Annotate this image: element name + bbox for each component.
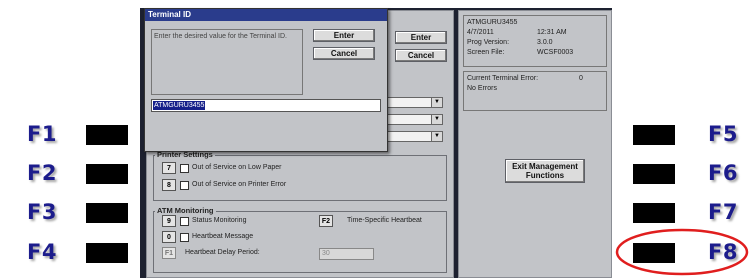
heartbeat-delay-label: Heartbeat Delay Period: xyxy=(185,249,260,256)
prog-version-value: 3.0.0 xyxy=(537,39,553,46)
f7-label: F7 xyxy=(708,200,738,224)
prog-version-label: Prog Version: xyxy=(467,39,510,46)
time-specific-heartbeat-label: Time-Specific Heartbeat xyxy=(347,217,422,224)
chevron-down-icon: ▼ xyxy=(431,115,442,124)
dropdown-3[interactable]: ▼ xyxy=(383,131,443,142)
f2-button[interactable] xyxy=(86,164,128,184)
exit-label-line1: Exit Management xyxy=(512,162,578,171)
screen-file-label: Screen File: xyxy=(467,49,505,56)
status-monitoring-checkbox[interactable] xyxy=(180,217,189,226)
exit-label-line2: Functions xyxy=(525,171,565,180)
screen-file-value: WCSF0003 xyxy=(537,49,574,56)
f1-label: F1 xyxy=(27,122,57,146)
f3-label: F3 xyxy=(27,200,57,224)
heartbeat-message-checkbox[interactable] xyxy=(180,233,189,242)
printer-error-label: Out of Service on Printer Error xyxy=(192,181,287,188)
time-text: 12:31 AM xyxy=(537,29,567,36)
dialog-cancel-button[interactable]: Cancel xyxy=(313,47,375,60)
dialog-enter-button[interactable]: Enter xyxy=(313,29,375,42)
f3-button[interactable] xyxy=(86,203,128,223)
f5-label: F5 xyxy=(708,122,738,146)
heartbeat-delay-field[interactable]: 30 xyxy=(319,248,374,260)
f7-button[interactable] xyxy=(633,203,675,223)
printer-settings-group xyxy=(153,155,447,201)
exit-management-button[interactable]: Exit Management Functions xyxy=(505,159,585,183)
f4-label: F4 xyxy=(27,240,57,264)
date-text: 4/7/2011 xyxy=(467,29,494,36)
heartbeat-message-label: Heartbeat Message xyxy=(192,233,254,240)
status-monitoring-label: Status Monitoring xyxy=(192,217,247,224)
atm-monitoring-label: ATM Monitoring xyxy=(155,206,216,215)
key-9[interactable]: 9 xyxy=(162,215,176,227)
dialog-title: Terminal ID xyxy=(148,10,191,19)
f8-highlight-circle xyxy=(615,228,749,276)
printer-error-checkbox[interactable] xyxy=(180,181,189,190)
error-code: 0 xyxy=(579,75,583,82)
info-panel: ATMGURU3455 4/7/2011 12:31 AM Prog Versi… xyxy=(458,10,612,278)
error-text: No Errors xyxy=(467,85,497,92)
dropdown-2[interactable]: ▼ xyxy=(383,114,443,125)
key-f2[interactable]: F2 xyxy=(319,215,333,227)
f6-label: F6 xyxy=(708,161,738,185)
chevron-down-icon: ▼ xyxy=(431,132,442,141)
terminal-id-input[interactable]: ATMGURU3455 xyxy=(151,99,381,112)
key-8[interactable]: 8 xyxy=(162,179,176,191)
f6-button[interactable] xyxy=(633,164,675,184)
dropdown-1[interactable]: ▼ xyxy=(383,97,443,108)
f1-button[interactable] xyxy=(86,125,128,145)
f5-button[interactable] xyxy=(633,125,675,145)
terminal-id-text: ATMGURU3455 xyxy=(467,19,518,26)
terminal-id-dialog: Terminal ID Enter the desired value for … xyxy=(144,8,388,152)
key-0[interactable]: 0 xyxy=(162,231,176,243)
error-label: Current Terminal Error: xyxy=(467,75,539,82)
dialog-prompt: Enter the desired value for the Terminal… xyxy=(154,33,287,40)
atm-screen: Enter Cancel ▼ ▼ ▼ Printer Settings 7 Ou… xyxy=(140,8,612,278)
key-7[interactable]: 7 xyxy=(162,162,176,174)
low-paper-checkbox[interactable] xyxy=(180,164,189,173)
main-enter-button[interactable]: Enter xyxy=(395,31,447,44)
f2-label: F2 xyxy=(27,161,57,185)
f4-button[interactable] xyxy=(86,243,128,263)
key-f1[interactable]: F1 xyxy=(162,247,176,259)
terminal-id-value: ATMGURU3455 xyxy=(153,101,206,110)
low-paper-label: Out of Service on Low Paper xyxy=(192,164,282,171)
chevron-down-icon: ▼ xyxy=(431,98,442,107)
main-cancel-button[interactable]: Cancel xyxy=(395,49,447,62)
